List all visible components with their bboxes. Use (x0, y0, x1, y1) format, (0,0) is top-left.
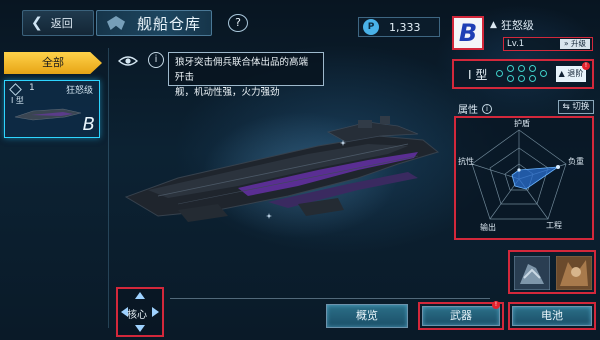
resource-counter: P 1,333 (358, 17, 440, 37)
ship-card-name: 狂怒级 (65, 86, 93, 96)
switch-icon: ⇆ (562, 102, 570, 112)
refit-slot (518, 65, 525, 72)
attributes-title: 属性 (458, 105, 478, 116)
back-chevron-icon: ❮ (31, 15, 43, 31)
help-icon: ? (235, 16, 241, 29)
top-bar: ❮ 返回 舰船仓库 ? (0, 10, 250, 36)
tab-weapons-label: 武器 (450, 309, 472, 322)
ship-description: 狼牙突击佣兵联合体出品的高端歼击 舰，机动性强，火力强劲 (168, 52, 324, 98)
eye-icon[interactable] (118, 54, 138, 68)
ship-card-grade: B (82, 114, 95, 135)
tab-weapons-highlight: 武器 ! (418, 301, 504, 330)
ship-grade-badge: B (452, 16, 484, 50)
tab-overview[interactable]: 概览 (326, 304, 408, 328)
notification-badge: ! (492, 301, 500, 309)
ship-thumbnail (14, 108, 82, 121)
tab-battery-highlight: 电池 (508, 302, 596, 330)
info-icon[interactable]: i (148, 52, 164, 68)
tab-battery-label: 电池 (541, 309, 563, 322)
radar-label-output: 输出 (480, 223, 496, 232)
radar-label-resistance: 抗性 (458, 157, 474, 166)
ship-name-row: ▲ 狂怒级 (490, 17, 534, 33)
notification-badge: ! (582, 62, 590, 70)
upgrade-button[interactable]: » 升级 (560, 39, 590, 49)
pilot-portrait-1[interactable] (514, 256, 550, 290)
ship-card-number: 1 (29, 83, 35, 93)
tab-overview-label: 概览 (356, 309, 378, 322)
refit-panel: I 型 ▲ 退阶 ! (452, 59, 594, 89)
radar-svg (471, 129, 567, 220)
refit-slot (518, 75, 525, 82)
refit-label: 退阶 (567, 69, 584, 78)
page-title-box: 舰船仓库 (96, 10, 212, 36)
attributes-title-row: 属性 i (458, 101, 492, 116)
pilot-portraits (508, 250, 596, 294)
core-button[interactable]: 核心 (116, 287, 164, 337)
ship-model (124, 116, 440, 222)
help-button[interactable]: ? (228, 14, 248, 32)
ship-emblem-icon (105, 14, 127, 32)
rank-chevron-icon: ▲ (490, 20, 497, 30)
refit-slot (529, 75, 536, 82)
page-title: 舰船仓库 (137, 14, 202, 33)
refit-slot (496, 70, 503, 77)
upgrade-label: 升级 (570, 39, 586, 48)
ship-type-label: I 型 (468, 68, 488, 82)
sidebar-divider (108, 48, 109, 328)
filter-all-button[interactable]: 全部 (4, 52, 102, 74)
refit-button[interactable]: ▲ 退阶 (556, 66, 586, 82)
ship-name: 狂怒级 (500, 19, 534, 32)
back-label: 返回 (50, 17, 73, 30)
upgrade-icon: » (564, 39, 569, 48)
back-button[interactable]: ❮ 返回 (22, 10, 94, 36)
description-line-1: 狼牙突击佣兵联合体出品的高端歼击 (175, 57, 309, 83)
ship-level: Lv.1 (507, 39, 525, 49)
radar-label-engineering: 工程 (546, 221, 562, 230)
attribute-radar-chart: 护盾 负重 工程 输出 抗性 (454, 116, 594, 240)
refit-slot (507, 75, 514, 82)
rank-icon (9, 83, 22, 96)
refit-slots (496, 65, 552, 83)
resource-p-icon: P (363, 19, 379, 35)
attributes-info-icon[interactable]: i (482, 103, 492, 114)
switch-button[interactable]: ⇆ 切换 (558, 100, 594, 114)
switch-label: 切换 (572, 102, 590, 112)
filter-label: 全部 (42, 56, 64, 69)
core-label: 核心 (127, 310, 147, 321)
refit-slot (529, 65, 536, 72)
tab-battery[interactable]: 电池 (512, 306, 592, 326)
tab-weapons[interactable]: 武器 (422, 306, 500, 326)
refit-slot (507, 65, 514, 72)
ship-list-item[interactable]: 1 狂怒级 I 型 B (4, 80, 100, 138)
refit-icon: ▲ (558, 69, 565, 78)
bottom-divider (170, 298, 490, 299)
radar-label-load: 负重 (568, 157, 584, 166)
radar-label-shield: 护盾 (514, 119, 530, 128)
resource-value: 1,333 (389, 20, 421, 34)
ship-level-bar: Lv.1 » 升级 (503, 37, 593, 51)
refit-slot (540, 70, 547, 77)
pilot-portrait-2[interactable] (556, 256, 592, 290)
